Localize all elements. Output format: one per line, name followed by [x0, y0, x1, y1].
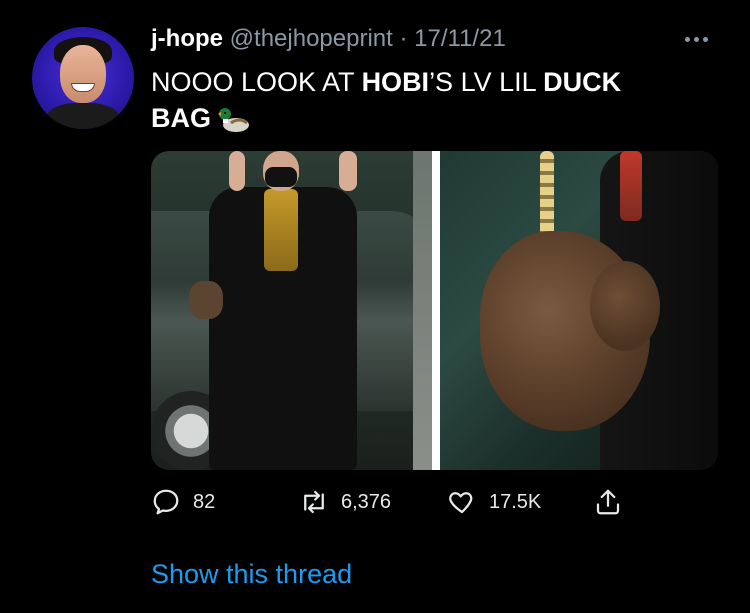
small-bag [189, 281, 223, 319]
retweet-button[interactable]: 6,376 [299, 484, 391, 520]
tweet[interactable]: j-hope @thejhopeprint · 17/11/21 NOOO LO… [0, 0, 750, 613]
separator-dot: · [399, 25, 408, 52]
tweet-text: NOOO LOOK AT HOBI’S LV LIL DUCK BAG [151, 64, 711, 144]
reply-button[interactable]: 82 [151, 484, 215, 520]
retweet-icon [304, 490, 324, 514]
like-button[interactable]: 17.5K [447, 484, 541, 520]
avatar-face [60, 45, 106, 103]
building-edge [413, 151, 432, 470]
reply-count: 82 [193, 490, 216, 513]
tweet-actions: 82 6,376 17.5K [151, 484, 651, 524]
photo-outfit[interactable] [151, 151, 432, 470]
bag-strap [620, 151, 642, 221]
share-icon [596, 489, 620, 515]
face-mask [265, 167, 297, 187]
retweet-count: 6,376 [341, 490, 392, 513]
tweet-date[interactable]: 17/11/21 [414, 25, 506, 52]
duck-bag-head [590, 261, 660, 351]
tweet-text-part1: NOOO LOOK AT [151, 67, 362, 97]
more-options-icon[interactable] [680, 34, 714, 46]
tweet-text-part2: ’S LV LIL [429, 67, 544, 97]
raised-hand-right [339, 151, 357, 191]
show-thread-link[interactable]: Show this thread [151, 559, 352, 590]
tweet-media[interactable] [151, 151, 718, 470]
like-count: 17.5K [489, 490, 542, 513]
tweet-text-bold2: DUCK [543, 67, 622, 97]
tweet-header: j-hope @thejhopeprint · 17/11/21 [151, 25, 506, 53]
reply-icon [153, 489, 179, 515]
scarf [264, 189, 298, 271]
tweet-text-bold1: HOBI [361, 67, 430, 97]
tweet-text-bold3: BAG [151, 103, 211, 133]
raised-hand-left [229, 151, 245, 191]
heart-icon [449, 492, 473, 514]
avatar-shirt [46, 103, 120, 129]
author-handle[interactable]: @thejhopeprint [230, 25, 393, 52]
duck-emoji-icon [217, 105, 251, 144]
photo-duck-bag[interactable] [440, 151, 718, 470]
author-name[interactable]: j-hope [151, 25, 223, 52]
avatar[interactable] [32, 27, 134, 129]
share-button[interactable] [593, 484, 623, 520]
photo-divider [432, 151, 440, 470]
